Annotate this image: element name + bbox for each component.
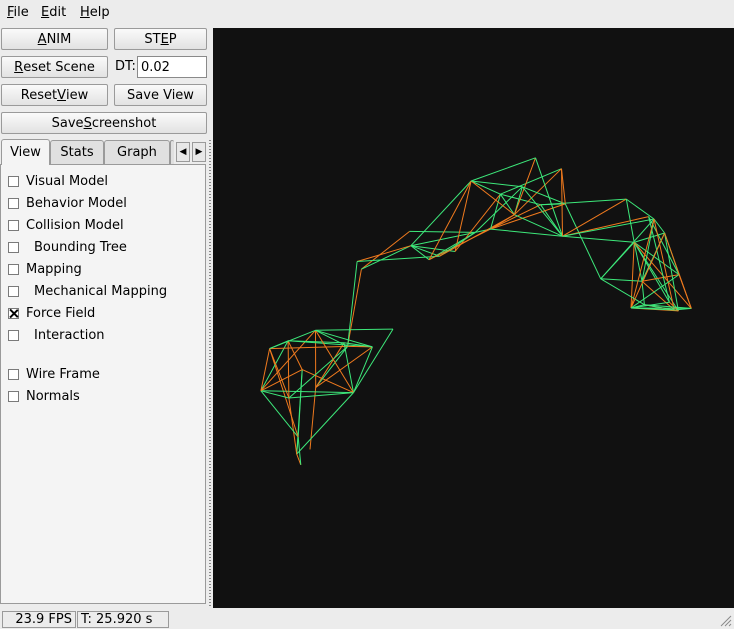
tab-graph[interactable]: Graph [104, 140, 170, 164]
option-normals[interactable]: Normals [8, 389, 80, 404]
mesh-edge [353, 328, 394, 393]
mesh-edge [428, 180, 472, 260]
tab-scroll-left-icon[interactable]: ◀ [176, 142, 190, 162]
checkbox[interactable] [8, 391, 19, 402]
menu-edit[interactable]: Edit [41, 5, 66, 20]
mesh-edge [309, 387, 317, 450]
reset-scene-button[interactable]: Reset Scene [1, 56, 108, 78]
dt-label: DT: [115, 59, 136, 74]
mesh-edge [260, 348, 271, 391]
mesh-edge [564, 203, 602, 280]
tab-overflow [170, 140, 174, 164]
mesh-edge [678, 274, 692, 309]
dt-input[interactable] [137, 56, 207, 78]
mesh-edge [315, 346, 348, 388]
mesh-edge [288, 392, 354, 399]
checkbox[interactable] [8, 242, 19, 253]
mesh-edge [540, 198, 627, 206]
mesh-edge [562, 235, 635, 243]
option-force-field[interactable]: Force Field [8, 306, 95, 321]
option-interaction[interactable]: Interaction [8, 328, 105, 343]
menu-bar: File Edit Help [0, 0, 734, 26]
mesh-edge [260, 390, 354, 394]
mesh-edge [521, 186, 563, 237]
mesh-edge [269, 329, 316, 350]
time-readout: T: 25.920 s [77, 611, 169, 628]
force-field-mesh [260, 157, 692, 465]
menu-file[interactable]: File [7, 5, 29, 20]
mesh-edge [641, 281, 645, 305]
mesh-edge [641, 218, 655, 282]
mesh-edge [490, 204, 541, 230]
checkbox[interactable] [8, 286, 19, 297]
panel-splitter[interactable] [209, 140, 211, 606]
menu-help[interactable]: Help [80, 5, 110, 20]
option-collision-model[interactable]: Collision Model [8, 218, 124, 233]
mesh-edge [490, 228, 563, 237]
mesh-edge [287, 340, 290, 399]
mesh-edge [625, 199, 635, 243]
option-bounding-tree[interactable]: Bounding Tree [8, 240, 127, 255]
mesh-edge [287, 340, 303, 370]
checkbox[interactable] [8, 308, 19, 319]
view-options-panel: Visual Model Behavior Model Collision Mo… [0, 164, 206, 604]
mesh-edge [470, 157, 536, 182]
checkbox[interactable] [8, 330, 19, 341]
tab-view[interactable]: View [1, 139, 50, 165]
save-view-button[interactable]: Save View [114, 84, 207, 106]
status-bar: 23.9 FPS T: 25.920 s [0, 609, 734, 629]
mesh-edge [428, 228, 491, 261]
checkbox[interactable] [8, 198, 19, 209]
checkbox[interactable] [8, 369, 19, 380]
checkbox[interactable] [8, 220, 19, 231]
fps-readout: 23.9 FPS [2, 611, 76, 628]
tab-scroll-right-icon[interactable]: ▶ [192, 142, 206, 162]
mesh-edge [409, 230, 476, 233]
resize-grip-icon[interactable] [720, 615, 732, 627]
reset-view-button[interactable]: Reset View [1, 84, 108, 106]
mesh-edge [626, 198, 655, 220]
option-behavior-model[interactable]: Behavior Model [8, 196, 127, 211]
mesh-edge [269, 348, 299, 438]
tab-bar: View Stats Graph ◀ ▶ [0, 139, 208, 165]
option-mechanical-mapping[interactable]: Mechanical Mapping [8, 284, 167, 299]
checkbox[interactable] [8, 176, 19, 187]
mesh-edge [315, 328, 394, 331]
viewport-3d[interactable] [213, 28, 734, 608]
tab-stats[interactable]: Stats [50, 140, 104, 164]
checkbox[interactable] [8, 264, 19, 275]
mesh-edge [315, 342, 345, 388]
mesh-edge [296, 392, 354, 455]
mesh-edge [356, 245, 412, 262]
mesh-edge [471, 180, 523, 188]
mesh-edge [600, 278, 643, 282]
mesh-edge [288, 397, 298, 455]
option-mapping[interactable]: Mapping [8, 262, 82, 277]
option-visual-model[interactable]: Visual Model [8, 174, 108, 189]
mesh-edge [301, 369, 354, 394]
step-button[interactable]: ST E P [114, 28, 207, 50]
mesh-edge [297, 369, 303, 438]
anim-button[interactable]: A NIM [1, 28, 108, 50]
mesh-edge [410, 180, 472, 247]
save-screenshot-button[interactable]: Save Screenshot [1, 112, 207, 134]
mesh-edge [470, 180, 515, 216]
mesh-edge [269, 345, 348, 350]
option-wire-frame[interactable]: Wire Frame [8, 367, 100, 382]
mesh-edge [648, 216, 680, 275]
